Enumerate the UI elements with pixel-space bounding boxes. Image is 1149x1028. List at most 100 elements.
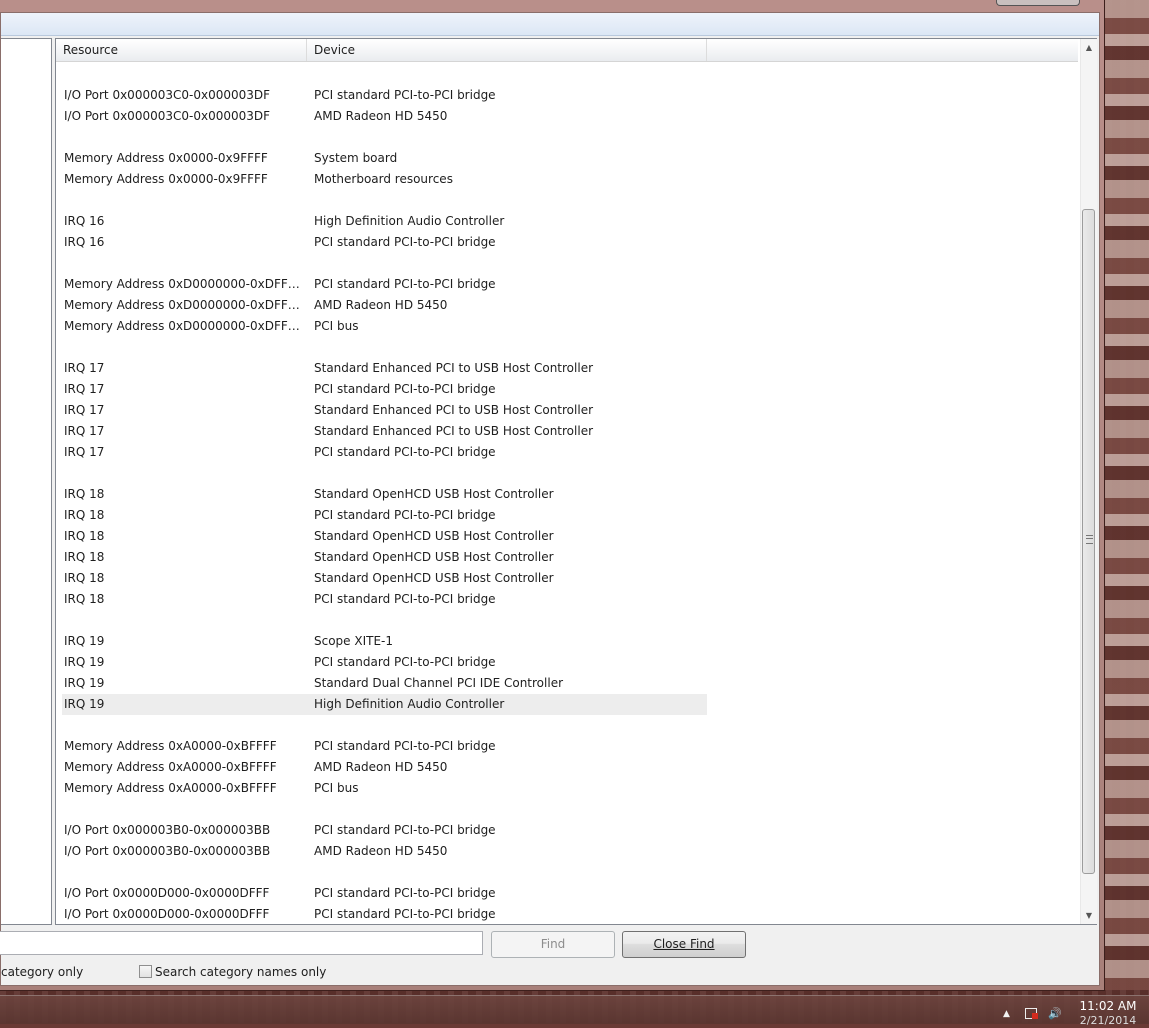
resource-cell: IRQ 18	[64, 571, 105, 585]
list-row[interactable]: IRQ 19 Scope XITE-1	[62, 631, 707, 652]
resource-cell: IRQ 18	[64, 529, 105, 543]
list-row[interactable]: IRQ 18 PCI standard PCI-to-PCI bridge	[62, 589, 707, 610]
list-row[interactable]: I/O Port 0x0000D000-0x0000DFFF PCI standa…	[62, 904, 707, 922]
device-cell: AMD Radeon HD 5450	[314, 298, 448, 312]
resource-cell: I/O Port 0x0000D000-0x0000DFFF	[64, 907, 270, 921]
list-row[interactable]: Memory Address 0x0000-0x9FFFF Motherboard…	[62, 169, 707, 190]
device-cell: Standard Enhanced PCI to USB Host Contro…	[314, 424, 594, 438]
window-client-area: Resource Device I/O Port 0x000003C0-0x00…	[0, 12, 1100, 986]
resource-cell: I/O Port 0x000003C0-0x000003DF	[64, 88, 271, 102]
find-what-input[interactable]	[0, 931, 483, 955]
scroll-up-arrow-icon[interactable]: ▲	[1081, 39, 1097, 56]
list-header: Resource Device	[56, 39, 1078, 62]
action-center-flag-icon[interactable]	[1025, 1008, 1038, 1019]
device-cell: PCI standard PCI-to-PCI bridge	[314, 88, 496, 102]
list-row[interactable]: IRQ 17 Standard Enhanced PCI to USB Host …	[62, 421, 707, 442]
list-row[interactable]: Memory Address 0x0000-0x9FFFF System boar…	[62, 148, 707, 169]
list-row[interactable]: IRQ 17 PCI standard PCI-to-PCI bridge	[62, 442, 707, 463]
list-row[interactable]: IRQ 19 Standard Dual Channel PCI IDE Cont…	[62, 673, 707, 694]
resource-cell: IRQ 17	[64, 403, 105, 417]
resource-cell: Memory Address 0xD0000000-0xDFFFFF...	[64, 277, 306, 291]
clock[interactable]: 11:02 AM 2/21/2014	[1078, 999, 1138, 1027]
list-row[interactable]: IRQ 16 PCI standard PCI-to-PCI bridge	[62, 232, 707, 253]
system-information-window: Resource Device I/O Port 0x000003C0-0x00…	[0, 0, 1105, 991]
device-cell: AMD Radeon HD 5450	[314, 844, 448, 858]
device-cell: High Definition Audio Controller	[314, 697, 505, 711]
resource-cell: Memory Address 0x0000-0x9FFFF	[64, 172, 268, 186]
list-row[interactable]: IRQ 18 Standard OpenHCD USB Host Controll…	[62, 484, 707, 505]
list-row[interactable]: Memory Address 0xD0000000-0xDFFFFF... AMD…	[62, 295, 707, 316]
list-row[interactable]: Memory Address 0xA0000-0xBFFFF PCI bus	[62, 778, 707, 799]
column-header-resource[interactable]: Resource	[56, 39, 307, 61]
clock-time: 11:02 AM	[1079, 999, 1137, 1013]
list-row[interactable]: IRQ 18 Standard OpenHCD USB Host Controll…	[62, 568, 707, 589]
device-cell: PCI standard PCI-to-PCI bridge	[314, 739, 496, 753]
clock-date: 2/21/2014	[1079, 1014, 1137, 1027]
list-row[interactable]: IRQ 17 PCI standard PCI-to-PCI bridge	[62, 379, 707, 400]
desktop-wallpaper-strip	[1104, 0, 1149, 990]
device-cell: Standard OpenHCD USB Host Controller	[314, 487, 554, 501]
resource-cell: IRQ 18	[64, 508, 105, 522]
column-header-empty	[707, 39, 1078, 61]
resource-cell: IRQ 17	[64, 382, 105, 396]
device-cell: PCI standard PCI-to-PCI bridge	[314, 907, 496, 921]
close-find-button[interactable]: Close Find	[622, 931, 746, 958]
resource-cell: I/O Port 0x000003C0-0x000003DF	[64, 109, 271, 123]
resource-cell: Memory Address 0xA0000-0xBFFFF	[64, 781, 277, 795]
resource-cell: Memory Address 0xA0000-0xBFFFF	[64, 760, 277, 774]
column-header-device[interactable]: Device	[307, 39, 707, 61]
resource-cell: I/O Port 0x0000D000-0x0000DFFF	[64, 886, 270, 900]
resource-cell: I/O Port 0x000003B0-0x000003BB	[64, 844, 271, 858]
volume-icon[interactable]: 🔊	[1048, 1008, 1062, 1020]
device-cell: AMD Radeon HD 5450	[314, 760, 448, 774]
show-hidden-icons-icon[interactable]: ▲	[1003, 1008, 1010, 1020]
device-cell: PCI bus	[314, 319, 359, 333]
list-row[interactable]: I/O Port 0x000003B0-0x000003BB PCI standa…	[62, 820, 707, 841]
find-button[interactable]: Find	[491, 931, 615, 958]
search-category-names-checkbox[interactable]	[139, 965, 152, 978]
list-row[interactable]: I/O Port 0x000003B0-0x000003BB AMD Radeon…	[62, 841, 707, 862]
device-cell: PCI bus	[314, 781, 359, 795]
scroll-down-arrow-icon[interactable]: ▼	[1081, 907, 1097, 924]
list-row[interactable]: I/O Port 0x000003C0-0x000003DF AMD Radeon…	[62, 106, 707, 127]
resource-cell: IRQ 19	[64, 697, 105, 711]
list-row[interactable]: IRQ 18 PCI standard PCI-to-PCI bridge	[62, 505, 707, 526]
device-cell: PCI standard PCI-to-PCI bridge	[314, 886, 496, 900]
list-row[interactable]: IRQ 18 Standard OpenHCD USB Host Controll…	[62, 526, 707, 547]
list-row[interactable]: IRQ 19 High Definition Audio Controller	[62, 694, 707, 715]
resource-cell: Memory Address 0x0000-0x9FFFF	[64, 151, 268, 165]
caption-buttons[interactable]	[996, 0, 1080, 6]
list-row[interactable]: IRQ 16 High Definition Audio Controller	[62, 211, 707, 232]
list-row[interactable]: Memory Address 0xA0000-0xBFFFF PCI standa…	[62, 736, 707, 757]
vertical-scrollbar[interactable]: ▲ ▼	[1080, 39, 1097, 924]
list-row[interactable]: IRQ 17 Standard Enhanced PCI to USB Host …	[62, 358, 707, 379]
device-cell: Motherboard resources	[314, 172, 453, 186]
device-cell: Standard Enhanced PCI to USB Host Contro…	[314, 361, 594, 375]
resource-cell: IRQ 19	[64, 655, 105, 669]
list-body: I/O Port 0x000003C0-0x000003DF PCI standa…	[56, 62, 1078, 922]
resource-cell: I/O Port 0x000003B0-0x000003BB	[64, 823, 271, 837]
device-cell: Standard OpenHCD USB Host Controller	[314, 571, 554, 585]
list-row[interactable]: IRQ 17 Standard Enhanced PCI to USB Host …	[62, 400, 707, 421]
list-row[interactable]: Memory Address 0xD0000000-0xDFFFFF... PCI…	[62, 316, 707, 337]
details-list-pane[interactable]: Resource Device I/O Port 0x000003C0-0x00…	[55, 38, 1097, 925]
list-row[interactable]: Memory Address 0xA0000-0xBFFFF AMD Radeon…	[62, 757, 707, 778]
list-row[interactable]: Memory Address 0xD0000000-0xDFFFFF... PCI…	[62, 274, 707, 295]
close-find-label: Close Find	[653, 937, 715, 951]
list-row[interactable]: I/O Port 0x000003C0-0x000003DF PCI standa…	[62, 85, 707, 106]
device-cell: Standard Dual Channel PCI IDE Controller	[314, 676, 564, 690]
resource-cell: IRQ 17	[64, 424, 105, 438]
scrollbar-thumb[interactable]	[1082, 209, 1095, 874]
list-row[interactable]: I/O Port 0x0000D000-0x0000DFFF PCI standa…	[62, 883, 707, 904]
category-tree-pane[interactable]	[1, 38, 52, 925]
device-cell: PCI standard PCI-to-PCI bridge	[314, 655, 496, 669]
list-row[interactable]: IRQ 19 PCI standard PCI-to-PCI bridge	[62, 652, 707, 673]
resource-cell: IRQ 18	[64, 550, 105, 564]
search-category-names-label: Search category names only	[155, 965, 327, 979]
resource-cell: IRQ 17	[64, 361, 105, 375]
device-cell: PCI standard PCI-to-PCI bridge	[314, 445, 496, 459]
device-cell: PCI standard PCI-to-PCI bridge	[314, 235, 496, 249]
search-selected-category-label[interactable]: category only	[1, 964, 83, 980]
list-row[interactable]: IRQ 18 Standard OpenHCD USB Host Controll…	[62, 547, 707, 568]
resource-cell: Memory Address 0xD0000000-0xDFFFFF...	[64, 319, 306, 333]
